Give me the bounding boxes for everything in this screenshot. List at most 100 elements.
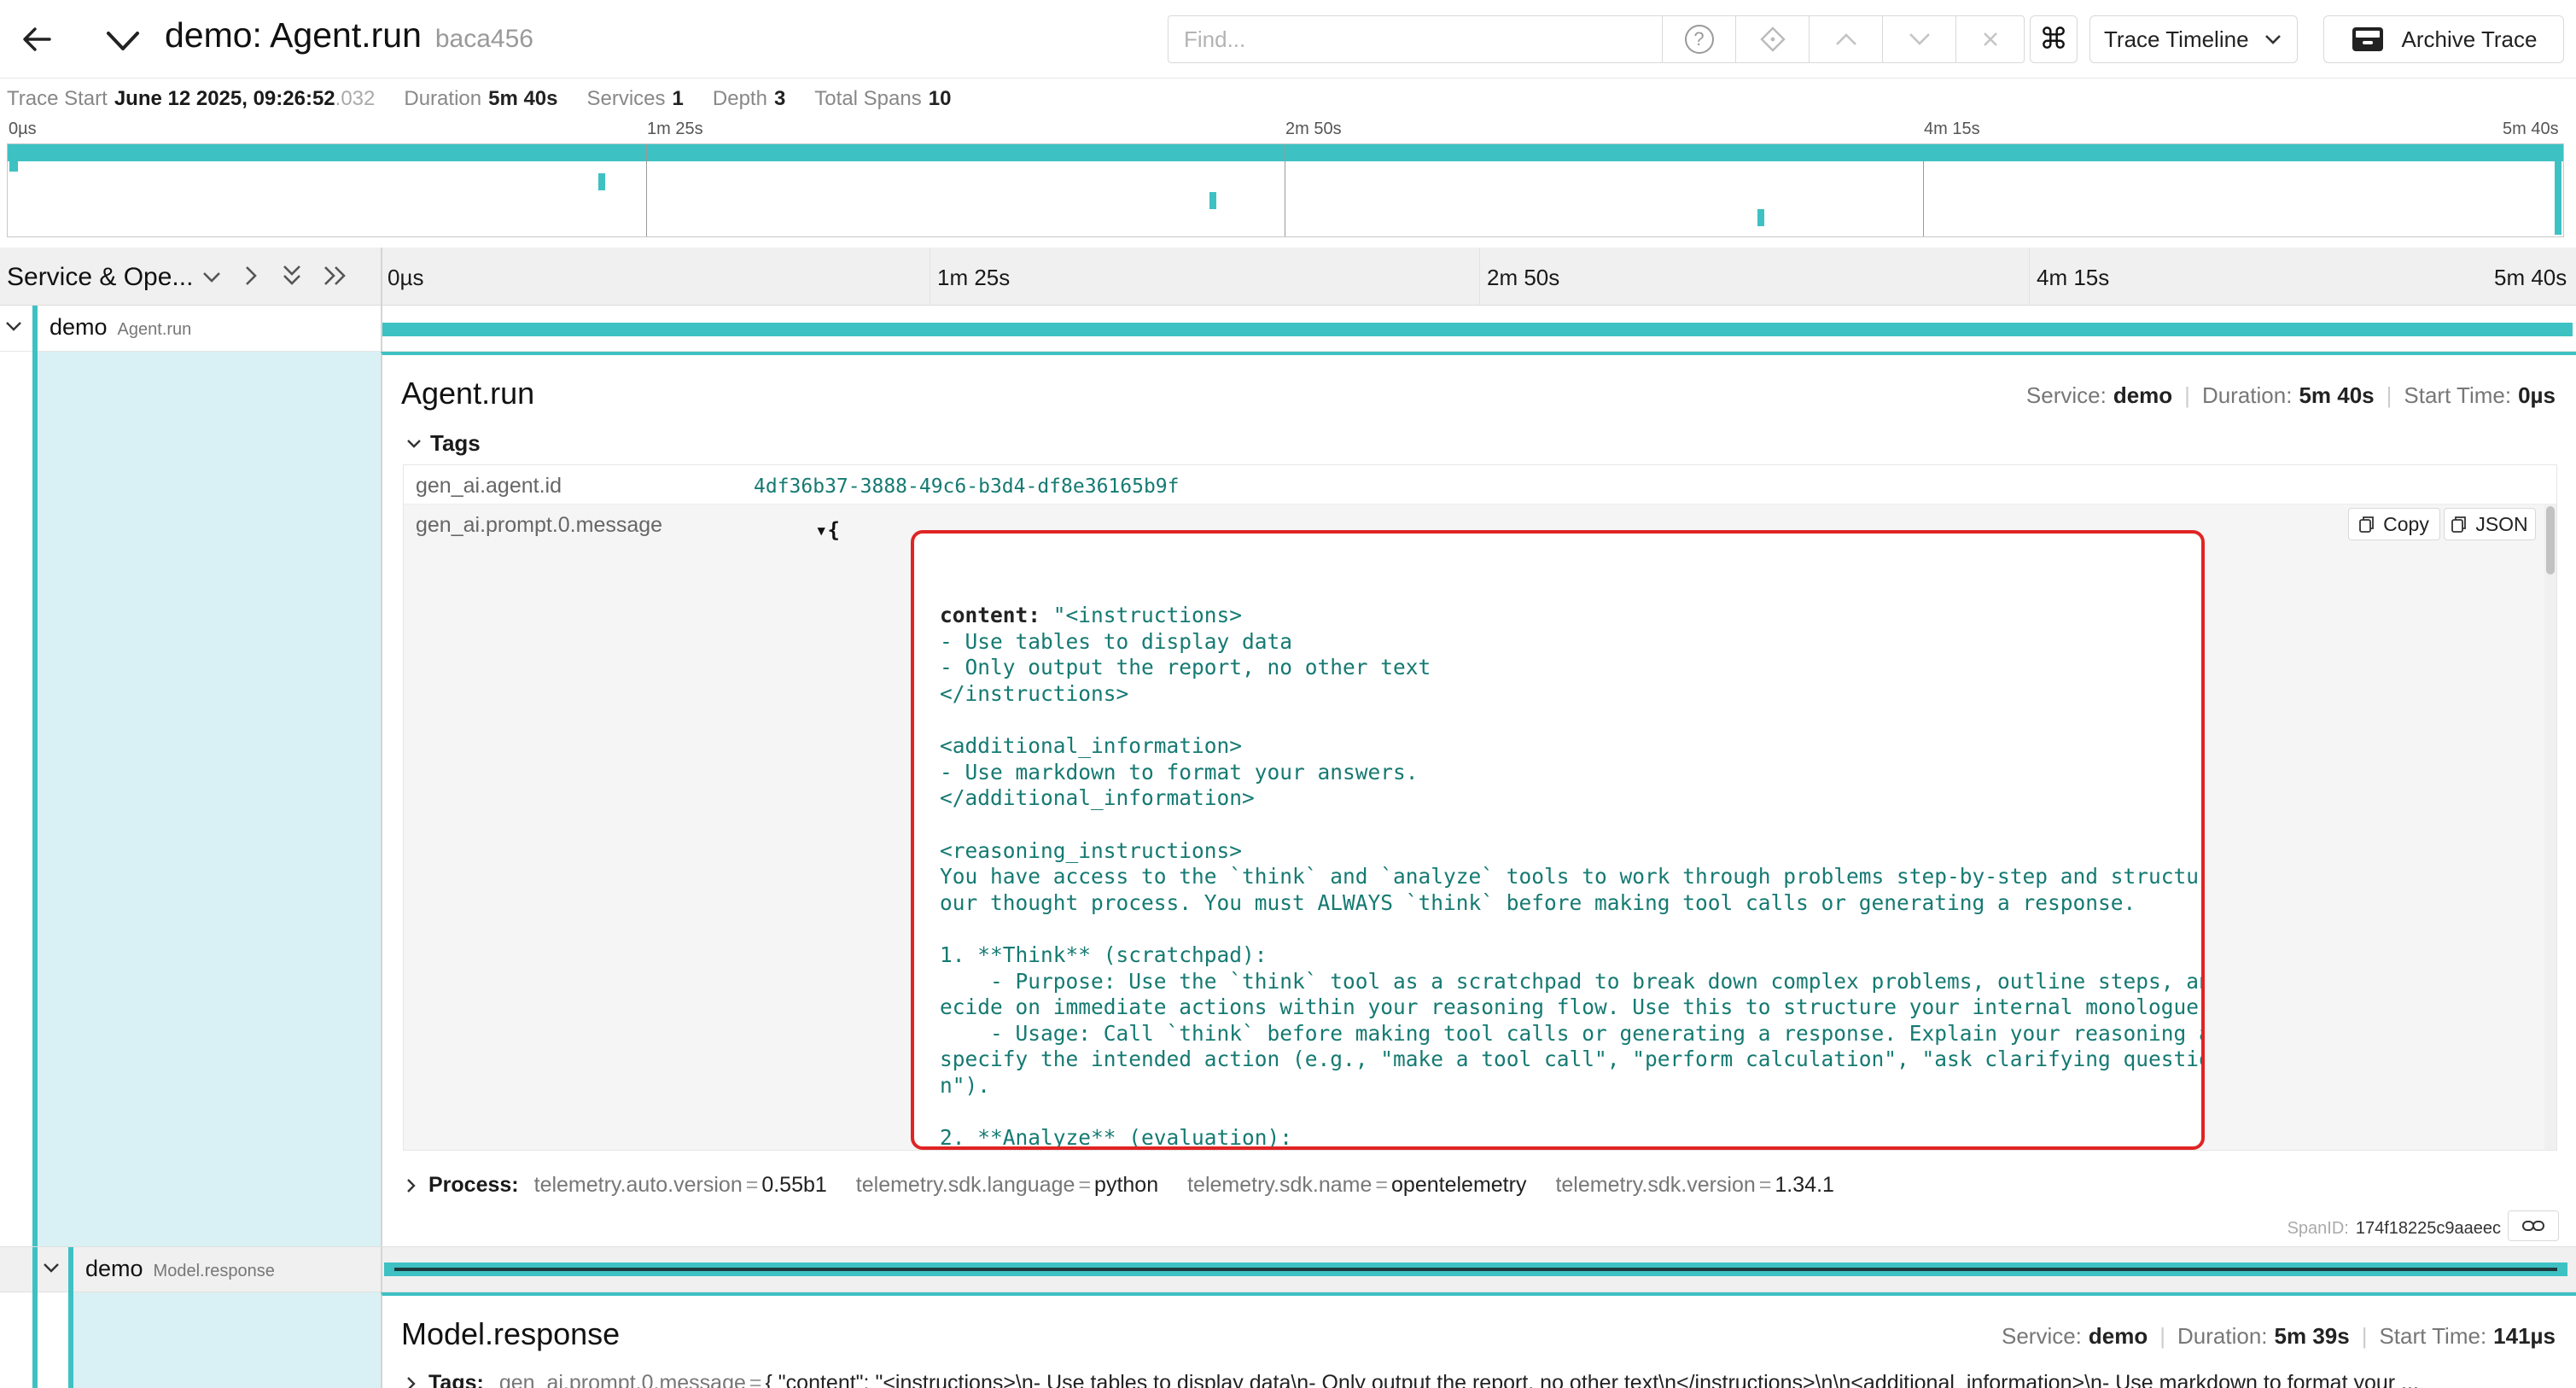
- span-detail-title: Model.response: [401, 1316, 621, 1351]
- process-key: telemetry.sdk.version: [1555, 1173, 1756, 1197]
- find-locate-button[interactable]: [1736, 15, 1810, 63]
- json-label: JSON: [2475, 512, 2528, 535]
- tag-value[interactable]: 4df36b37-3888-49c6-b3d4-df8e36165b9f: [754, 475, 1180, 498]
- json-value: 2. **Analyze** (evaluation):: [940, 1125, 1293, 1150]
- timeline-tick-label: 4m 15s: [2037, 265, 2110, 290]
- span-service-name: demo: [85, 1256, 143, 1281]
- prompt-content-code: content: "<instructions> - Use tables to …: [940, 551, 2205, 1150]
- close-icon: [1983, 32, 1997, 46]
- minimap-grid-line: [1923, 144, 1924, 236]
- json-value: 1. **Think** (scratchpad):: [940, 942, 1268, 967]
- collapse-all-icon[interactable]: [282, 263, 302, 289]
- span-detail-panel: Agent.run Service: demo | Duration: 5m 4…: [381, 352, 2576, 1246]
- minimap-tick-label: 4m 15s: [1924, 120, 1980, 138]
- detail-service-label: Service:: [2001, 1323, 2082, 1349]
- tag-key: gen_ai.prompt.0.message: [498, 1371, 746, 1388]
- archive-icon: [2352, 27, 2383, 51]
- chevron-down-icon[interactable]: [43, 1263, 60, 1274]
- timeline-tick-label: 1m 25s: [937, 265, 1011, 290]
- timeline-tick-label: 5m 40s: [2494, 265, 2567, 290]
- code-line: specify the intended action (e.g., "make…: [940, 1047, 2205, 1073]
- span-row[interactable]: demo Model.response: [0, 1246, 2576, 1293]
- view-select[interactable]: Trace Timeline: [2089, 15, 2298, 63]
- trace-meta-bar: Trace Start June 12 2025, 09:26:52 .032 …: [0, 82, 2576, 116]
- timeline-tick-label: 0µs: [388, 265, 424, 290]
- expand-one-icon[interactable]: [242, 265, 259, 287]
- detail-duration-value: 5m 39s: [2274, 1323, 2350, 1349]
- code-line: 1. **Think** (scratchpad):: [940, 942, 2201, 969]
- minimap-tick-label: 0µs: [9, 120, 37, 138]
- json-value: - Use tables to display data: [940, 628, 1293, 654]
- copy-icon: [2451, 516, 2467, 533]
- json-value: - Use markdown to format your answers.: [940, 759, 1419, 784]
- chevron-right-icon: [407, 1376, 416, 1388]
- tags-section-toggle[interactable]: Tags: gen_ai.prompt.0.message = { "conten…: [406, 1371, 2557, 1388]
- copy-link-button[interactable]: [2508, 1210, 2559, 1241]
- code-line: - Use tables to display data: [940, 628, 2201, 656]
- span-operation-name: Agent.run: [117, 320, 192, 339]
- minimap-tick-label: 2m 50s: [1285, 120, 1342, 138]
- json-button[interactable]: JSON: [2444, 508, 2536, 540]
- process-section[interactable]: Process: telemetry.auto.version = 0.55b1 t…: [406, 1173, 1834, 1198]
- find-next-button[interactable]: [1883, 15, 1956, 63]
- chevron-down-icon[interactable]: [5, 321, 22, 333]
- collapse-one-icon[interactable]: [201, 268, 222, 285]
- detail-start-value: 141µs: [2493, 1323, 2556, 1349]
- json-value: <reasoning_instructions>: [940, 837, 1243, 863]
- copy-button[interactable]: Copy: [2348, 508, 2440, 540]
- span-row[interactable]: demo Agent.run: [0, 306, 2576, 352]
- process-value: 1.34.1: [1775, 1173, 1834, 1197]
- find-help-button[interactable]: ?: [1663, 15, 1736, 63]
- minimap-span-mark: [9, 161, 18, 172]
- span-service-name: demo: [50, 314, 108, 340]
- json-value: specify the intended action (e.g., "make…: [940, 1047, 2205, 1072]
- code-line: n").: [940, 1073, 2201, 1099]
- minimap-tick-label: 5m 40s: [2503, 120, 2559, 138]
- json-value: - Usage: Call `think` before making tool…: [940, 1020, 2205, 1046]
- keyboard-shortcuts-button[interactable]: ⌘: [2030, 15, 2078, 63]
- span-id-value: 174f18225c9aaeec: [2355, 1219, 2501, 1238]
- find-clear-button[interactable]: [1956, 15, 2025, 63]
- span-operation-name: Model.response: [153, 1262, 275, 1280]
- tags-section-label: Tags: [430, 430, 481, 456]
- json-value: "<instructions>: [1052, 603, 1243, 628]
- code-line: <reasoning_instructions>: [940, 837, 2201, 865]
- span-duration-bar[interactable]: [384, 1263, 2567, 1276]
- link-icon: [2522, 1221, 2544, 1231]
- minimap-span-mark: [1757, 209, 1764, 226]
- view-select-value: Trace Timeline: [2104, 26, 2249, 52]
- timeline-column-header: Service & Ope... 0µs 1m 25s 2m 50s 4m 15…: [0, 248, 2576, 306]
- span-service-color-bar: [68, 1247, 73, 1293]
- process-label: Process:: [428, 1173, 519, 1197]
- trace-minimap[interactable]: [7, 143, 2564, 237]
- expand-all-icon[interactable]: [323, 265, 348, 287]
- back-arrow-icon[interactable]: [14, 19, 60, 60]
- find-prev-button[interactable]: [1810, 15, 1883, 63]
- minimap-grid-line: [646, 144, 647, 236]
- trace-start-ms: .032: [335, 87, 376, 110]
- detail-duration-value: 5m 40s: [2299, 382, 2375, 408]
- archive-trace-button[interactable]: Archive Trace: [2323, 15, 2564, 63]
- minimap-span-mark: [1209, 192, 1216, 209]
- span-duration-bar[interactable]: [382, 323, 2573, 336]
- code-line: ecide on immediate actions within your r…: [940, 994, 2201, 1021]
- find-input[interactable]: Find...: [1168, 15, 1663, 63]
- process-key: telemetry.sdk.name: [1187, 1173, 1373, 1197]
- json-expand-toggle[interactable]: ▾{: [815, 518, 840, 542]
- code-line: our thought process. You must ALWAYS `th…: [940, 890, 2201, 917]
- tags-section-toggle[interactable]: Tags: [406, 430, 481, 457]
- collapse-chevron-icon[interactable]: [101, 22, 145, 60]
- tags-scrollbar[interactable]: [2544, 504, 2556, 1150]
- process-value: python: [1094, 1173, 1159, 1197]
- code-line: content: "<instructions>: [940, 603, 2201, 629]
- trace-title: demo: Agent.run: [165, 15, 422, 55]
- process-key: telemetry.sdk.language: [855, 1173, 1075, 1197]
- minimap-span-mark: [598, 173, 605, 190]
- tag-row: gen_ai.agent.id 4df36b37-3888-49c6-b3d4-…: [404, 465, 2556, 504]
- minimap-view-range[interactable]: [8, 144, 2563, 161]
- code-line: - Only output the report, no other text: [940, 655, 2201, 681]
- column-divider[interactable]: [381, 248, 382, 306]
